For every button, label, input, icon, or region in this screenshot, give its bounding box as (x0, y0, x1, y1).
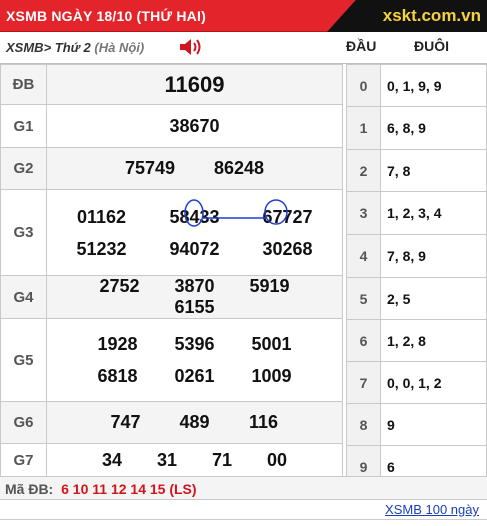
breadcrumb-sep: > (43, 40, 52, 55)
page-header: XSMB NGÀY 18/10 (THỨ HAI) xskt.com.vn (0, 0, 487, 32)
prize-number: 94072 (169, 238, 220, 259)
prize-numbers: 2752 3870 5919 6155 (46, 275, 343, 319)
prize-row-g4: G4 2752 3870 5919 6155 (0, 275, 343, 319)
prize-number: 38670 (46, 104, 343, 148)
loto-row: 3 1, 2, 3, 4 (346, 191, 487, 235)
prize-label: G5 (0, 318, 47, 402)
prize-number: 58433 (169, 206, 220, 227)
prize-number: 5396 (174, 334, 215, 354)
loto-table: 0 0, 1, 9, 9 1 6, 8, 9 2 7, 8 3 1, 2, 3, 4 4… (346, 64, 487, 488)
loto-tail: 0, 0, 1, 2 (380, 361, 487, 404)
loto-tail: 2, 5 (380, 277, 487, 320)
loto-head: 0 (346, 64, 381, 107)
loto-head: 3 (346, 191, 381, 235)
prize-numbers: 1928 5396 5001 6818 0261 1009 (46, 318, 343, 402)
special-codes: 6 10 11 12 14 15 (LS) (61, 481, 197, 497)
site-logo-text: xskt.com.vn (382, 6, 481, 25)
loto-row: 5 2, 5 (346, 277, 487, 320)
prize-number: 6155 (174, 297, 215, 317)
loto-tail: 0, 1, 9, 9 (380, 64, 487, 107)
prize-label: G7 (0, 443, 47, 478)
prize-row-g6: G6 747 489 116 (0, 401, 343, 444)
prize-number: 00 (267, 450, 288, 470)
prize-row-g5: G5 1928 5396 5001 6818 0261 1009 (0, 318, 343, 402)
bottom-divider (0, 519, 487, 526)
prize-numbers: 75749 86248 (46, 147, 343, 190)
column-head-label: ĐẦU (346, 38, 377, 54)
prize-label: G2 (0, 147, 47, 190)
loto-tail: 1, 2, 3, 4 (380, 191, 487, 235)
prize-number: 1009 (251, 366, 292, 386)
loto-tail: 6, 8, 9 (380, 106, 487, 150)
prize-row-g2: G2 75749 86248 (0, 147, 343, 190)
special-code-bar: Mã ĐB: 6 10 11 12 14 15 (LS) (0, 476, 487, 500)
loto-tail: 7, 8, 9 (380, 234, 487, 278)
prize-number: 5919 (249, 276, 290, 296)
loto-head: 7 (346, 361, 381, 404)
breadcrumb: XSMB> Thứ 2 (Hà Nội) (6, 40, 144, 55)
prize-label: G1 (0, 104, 47, 148)
loto-head: 4 (346, 234, 381, 278)
prize-number: 31 (156, 450, 177, 470)
loto-row: 2 7, 8 (346, 149, 487, 192)
prize-numbers: 01162 58433 67727 51232 94072 30268 (46, 189, 343, 276)
loto-row: 89 (346, 403, 487, 446)
loto-head: 8 (346, 403, 381, 446)
loto-head: 1 (346, 106, 381, 150)
prize-label: G6 (0, 401, 47, 444)
loto-tail: 1, 2, 8 (380, 319, 487, 362)
prize-numbers: 34 31 71 00 (46, 443, 343, 478)
prize-number: 30268 (262, 238, 313, 259)
prize-row-db: ĐB 11609 (0, 64, 343, 105)
prize-number: 51232 (76, 238, 127, 259)
results-table: ĐB 11609 G1 38670 G2 75749 86248 G3 0116… (0, 64, 343, 478)
prize-number: 34 (101, 450, 122, 470)
loto-tail: 9 (380, 403, 487, 446)
prize-row-g3: G3 01162 58433 67727 51232 94072 30268 (0, 189, 343, 276)
prize-number: 489 (179, 412, 210, 432)
prize-number: 5001 (251, 334, 292, 354)
prize-number: 86248 (213, 158, 265, 178)
loto-row: 4 7, 8, 9 (346, 234, 487, 278)
prize-label: G4 (0, 275, 47, 319)
prize-number: 1928 (97, 334, 138, 354)
header-title: XSMB NGÀY 18/10 (THỨ HAI) (6, 8, 206, 24)
prize-number: 67727 (262, 206, 313, 227)
loto-head: 2 (346, 149, 381, 192)
prize-number: 71 (211, 450, 233, 470)
prize-label: ĐB (0, 64, 47, 105)
prize-label: G3 (0, 189, 47, 276)
prize-number: 6818 (97, 366, 138, 386)
prize-number: 747 (110, 412, 141, 432)
prize-number: 116 (248, 412, 279, 432)
loto-row: 6 1, 2, 8 (346, 319, 487, 362)
breadcrumb-location: (Hà Nội) (94, 40, 145, 55)
breadcrumb-day[interactable]: Thứ 2 (55, 40, 91, 55)
prize-number: 3870 (174, 276, 215, 296)
prize-number: 0261 (174, 366, 215, 386)
loto-head: 5 (346, 277, 381, 320)
prize-row-g7: G7 34 31 71 00 (0, 443, 343, 478)
speaker-icon[interactable] (178, 36, 204, 58)
loto-tail: 7, 8 (380, 149, 487, 192)
special-prize-number: 11609 (46, 64, 343, 105)
prize-number: 01162 (76, 206, 127, 227)
loto-row: 1 6, 8, 9 (346, 106, 487, 150)
site-logo[interactable]: xskt.com.vn (327, 0, 487, 32)
prize-row-g1: G1 38670 (0, 104, 343, 148)
special-code-label: Mã ĐB: (5, 481, 54, 497)
loto-row: 7 0, 0, 1, 2 (346, 361, 487, 404)
prize-number: 75749 (124, 158, 176, 178)
column-tail-label: ĐUÔI (414, 38, 449, 54)
loto-row: 0 0, 1, 9, 9 (346, 64, 487, 107)
prize-numbers: 747 489 116 (46, 401, 343, 444)
breadcrumb-region[interactable]: XSMB (6, 40, 44, 55)
xsmb-100-days-link[interactable]: XSMB 100 ngày (385, 502, 479, 517)
loto-head: 6 (346, 319, 381, 362)
prize-number: 2752 (99, 276, 140, 296)
